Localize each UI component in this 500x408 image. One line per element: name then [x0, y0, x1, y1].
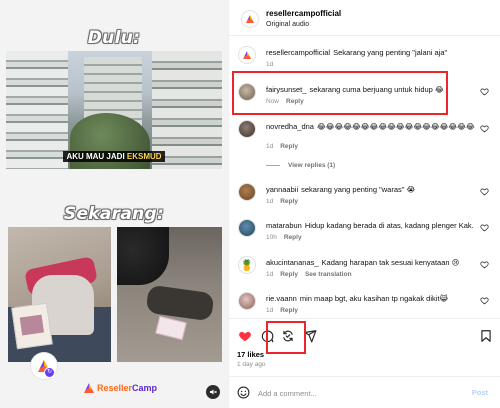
comment-time: 1d [266, 143, 274, 150]
liked-heart-icon[interactable] [238, 329, 252, 343]
brand-logo-icon [84, 383, 94, 393]
commenter-avatar[interactable] [238, 183, 256, 201]
post-header: resellercampofficial Original audio [229, 0, 500, 36]
caption-time: 1d [266, 61, 274, 68]
like-comment-heart-icon[interactable] [480, 223, 489, 232]
reply-button[interactable]: Reply [284, 234, 302, 241]
add-comment-bar: Post [228, 376, 500, 408]
photo-caption: AKU MAU JADI EKSMUD [6, 151, 222, 162]
commenter-avatar[interactable] [238, 120, 256, 138]
meme-title-now: Sekarang: [63, 204, 165, 224]
like-comment-heart-icon[interactable] [480, 260, 489, 269]
highlight-box-repost [266, 321, 306, 354]
see-translation-button[interactable]: See translation [305, 271, 352, 278]
photo-apartment-building: AKU MAU JADI EKSMUD [6, 51, 222, 169]
photo-person-on-ground [117, 227, 222, 362]
caption-avatar[interactable] [238, 46, 256, 64]
comment-time: 1d [266, 307, 274, 314]
account-name[interactable]: resellercampofficial [266, 9, 341, 18]
collab-icon: ↻ [44, 367, 55, 378]
commenter-avatar[interactable] [238, 292, 256, 310]
view-replies-button[interactable]: View replies (1) [266, 162, 335, 169]
comment-text: Kadang harapan tak sesuai kenyataan 😢 [321, 258, 460, 267]
commenter-avatar[interactable]: 🍍 [238, 256, 256, 274]
like-comment-heart-icon[interactable] [480, 87, 489, 96]
comment-time: 10h [266, 234, 277, 241]
audio-toggle-button[interactable] [206, 385, 220, 399]
comment-username[interactable]: rie.vaann [266, 294, 297, 303]
comment-text: Hidup kadang berada di atas, kadang plen… [304, 221, 474, 230]
speaker-muted-icon [210, 389, 217, 395]
like-comment-heart-icon[interactable] [480, 296, 489, 305]
post-button[interactable]: Post [472, 388, 488, 397]
like-comment-heart-icon[interactable] [480, 187, 489, 196]
post-timestamp: 1 day ago [237, 361, 266, 368]
highlight-box-comment [232, 71, 448, 115]
reply-button[interactable]: Reply [280, 307, 298, 314]
emoji-smiley-icon[interactable] [237, 386, 250, 399]
reply-button[interactable]: Reply [280, 198, 298, 205]
post-media[interactable]: Dulu: AKU MAU JADI EKSMUD Sekarang: ↻ Re… [0, 0, 228, 408]
comment-text: min maap bgt, aku kasihan tp ngakak diki… [299, 294, 449, 303]
brand-watermark: ResellerCamp [84, 383, 157, 393]
comment-username[interactable]: matarabun [266, 221, 302, 230]
bookmark-icon[interactable] [479, 329, 493, 343]
reply-button[interactable]: Reply [280, 143, 298, 150]
comment-time: 1d [266, 198, 274, 205]
caption-username[interactable]: resellercampofficial [266, 48, 330, 57]
like-count[interactable]: 17 likes [237, 350, 264, 359]
commenter-avatar[interactable] [238, 219, 256, 237]
comment-username[interactable]: yannaabii [266, 185, 298, 194]
comment-username[interactable]: akucintananas_ [266, 258, 319, 267]
photo-person-on-bed [8, 227, 111, 362]
account-avatar[interactable] [241, 10, 259, 28]
add-comment-input[interactable] [258, 386, 448, 400]
comment-time: 1d [266, 271, 274, 278]
like-comment-heart-icon[interactable] [480, 124, 489, 133]
comment-text: sekarang yang penting "waras" 😭 [301, 185, 416, 194]
meme-title-before: Dulu: [87, 28, 141, 48]
comment-text: 😂😂😂😂😂😂😂😂😂😂😂😂😂😂😂😂😂😂 [316, 122, 475, 131]
audio-label[interactable]: Original audio [266, 21, 309, 28]
pineapple-icon: 🍍 [240, 259, 254, 272]
reply-button[interactable]: Reply [280, 271, 298, 278]
caption-text: Sekarang yang penting "jalani aja" [333, 48, 448, 57]
comment-username[interactable]: novredha_dna [266, 122, 314, 131]
